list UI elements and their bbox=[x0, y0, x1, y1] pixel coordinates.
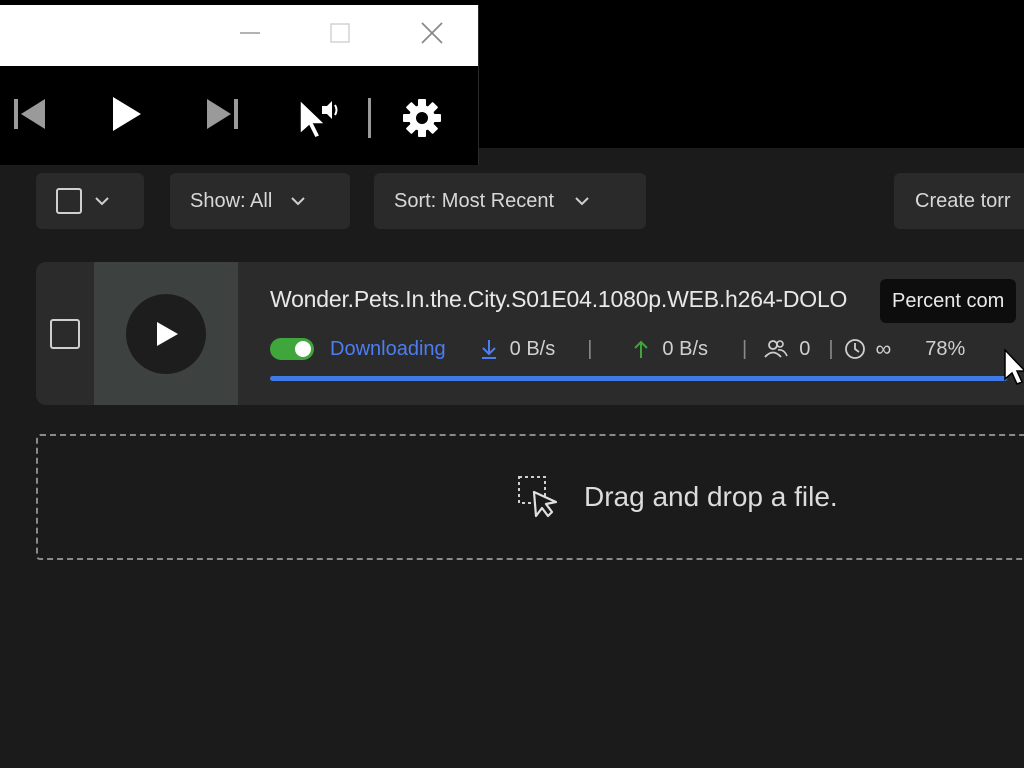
mouse-cursor-icon bbox=[1004, 348, 1024, 390]
close-icon[interactable] bbox=[412, 13, 452, 53]
percent-complete[interactable]: 78% bbox=[925, 338, 965, 361]
chevron-down-icon bbox=[574, 196, 590, 206]
meta-divider: | bbox=[742, 337, 748, 360]
next-track-icon[interactable] bbox=[200, 92, 244, 136]
select-all-dropdown[interactable] bbox=[36, 173, 144, 229]
create-torrent-button[interactable]: Create torr bbox=[894, 173, 1024, 229]
torrent-title[interactable]: Wonder.Pets.In.the.City.S01E04.1080p.WEB… bbox=[270, 286, 847, 313]
mini-player-titlebar[interactable] bbox=[0, 5, 478, 66]
settings-gear-icon[interactable] bbox=[398, 94, 446, 142]
show-filter-label: Show: All bbox=[190, 189, 273, 212]
torrent-row-checkbox[interactable] bbox=[50, 319, 80, 349]
meta-divider: | bbox=[587, 337, 593, 360]
torrent-thumbnail bbox=[94, 262, 238, 405]
sort-dropdown[interactable]: Sort: Most Recent bbox=[374, 173, 646, 229]
play-icon[interactable] bbox=[104, 92, 148, 136]
play-icon bbox=[157, 322, 178, 346]
download-speed: 0 B/s bbox=[509, 337, 556, 360]
eta: ∞ bbox=[875, 336, 892, 361]
torrent-meta: Downloading 0 B/s | 0 B/s | 0 | ∞ 78% bbox=[270, 336, 965, 362]
previous-track-icon[interactable] bbox=[8, 92, 52, 136]
dropzone-content: Drag and drop a file. bbox=[516, 474, 838, 520]
minimize-icon[interactable] bbox=[230, 13, 270, 53]
sort-label: Sort: Most Recent bbox=[394, 189, 555, 212]
file-dropzone[interactable]: Drag and drop a file. bbox=[36, 434, 1024, 560]
drag-drop-icon bbox=[516, 474, 562, 520]
upload-arrow-icon bbox=[632, 338, 650, 360]
torrent-status: Downloading bbox=[330, 337, 446, 360]
meta-divider: | bbox=[828, 337, 834, 360]
upload-speed: 0 B/s bbox=[662, 337, 708, 360]
progress-bar-fill bbox=[270, 376, 1007, 381]
select-all-checkbox[interactable] bbox=[56, 188, 82, 214]
chevron-down-icon bbox=[290, 196, 306, 206]
peers-icon bbox=[763, 338, 789, 360]
chevron-down-icon bbox=[94, 196, 110, 206]
show-filter-dropdown[interactable]: Show: All bbox=[170, 173, 350, 229]
tooltip-text: Percent com bbox=[892, 289, 1005, 312]
percent-complete-tooltip: Percent com bbox=[880, 279, 1017, 323]
download-toggle[interactable] bbox=[270, 338, 314, 360]
peers-count: 0 bbox=[799, 337, 811, 360]
dropzone-text: Drag and drop a file. bbox=[584, 481, 838, 512]
download-arrow-icon bbox=[480, 338, 498, 360]
clock-icon bbox=[844, 338, 866, 360]
mini-player-controls bbox=[0, 66, 478, 164]
torrent-row[interactable]: Wonder.Pets.In.the.City.S01E04.1080p.WEB… bbox=[36, 262, 1024, 405]
controls-divider bbox=[368, 98, 371, 138]
mini-player-window bbox=[0, 5, 479, 165]
create-torrent-label: Create torr bbox=[915, 189, 1011, 212]
progress-bar bbox=[270, 376, 1008, 381]
maximize-icon[interactable] bbox=[320, 13, 360, 53]
audio-cursor-icon[interactable] bbox=[294, 94, 344, 142]
play-button[interactable] bbox=[126, 294, 206, 374]
